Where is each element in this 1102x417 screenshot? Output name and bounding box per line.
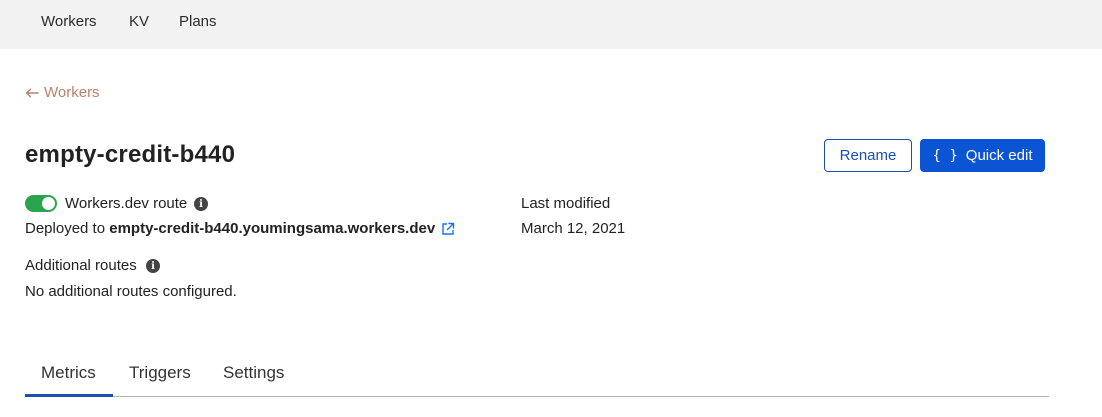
nav-item-workers[interactable]: Workers <box>41 13 97 30</box>
additional-routes-value: No additional routes configured. <box>25 283 237 300</box>
deployed-to-text: Deployed to empty-credit-b440.youmingsam… <box>25 220 435 237</box>
back-to-workers-link[interactable]: Workers <box>25 84 100 101</box>
last-modified-label: Last modified <box>521 195 611 212</box>
deployed-prefix: Deployed to <box>25 220 106 237</box>
workers-dev-route-label: Workers.dev route <box>65 195 188 212</box>
deployed-url: empty-credit-b440.youmingsama.workers.de… <box>109 220 436 237</box>
info-icon[interactable]: i <box>194 197 208 211</box>
rename-button[interactable]: Rename <box>824 139 912 172</box>
last-modified-value: March 12, 2021 <box>521 220 626 237</box>
tab-settings[interactable]: Settings <box>223 363 284 383</box>
tab-metrics[interactable]: Metrics <box>41 363 96 383</box>
nav-item-kv[interactable]: KV <box>129 13 149 30</box>
tabs-divider <box>25 396 1049 397</box>
back-link-label: Workers <box>44 84 100 101</box>
active-tab-indicator <box>25 394 113 397</box>
code-braces-icon: { } <box>932 147 958 164</box>
workers-dev-route-toggle[interactable] <box>25 195 57 212</box>
tab-triggers[interactable]: Triggers <box>129 363 191 383</box>
additional-routes-label: Additional routes <box>25 257 137 274</box>
quick-edit-label: Quick edit <box>965 147 1033 164</box>
toggle-knob <box>42 197 55 210</box>
nav-item-plans[interactable]: Plans <box>179 13 217 30</box>
info-icon[interactable]: i <box>146 259 160 273</box>
arrow-left-icon <box>25 88 39 97</box>
quick-edit-button[interactable]: { } Quick edit <box>920 139 1045 172</box>
page-title: empty-credit-b440 <box>25 141 236 168</box>
external-link-icon[interactable] <box>441 222 455 236</box>
top-navigation: Workers KV Plans <box>0 0 1102 49</box>
